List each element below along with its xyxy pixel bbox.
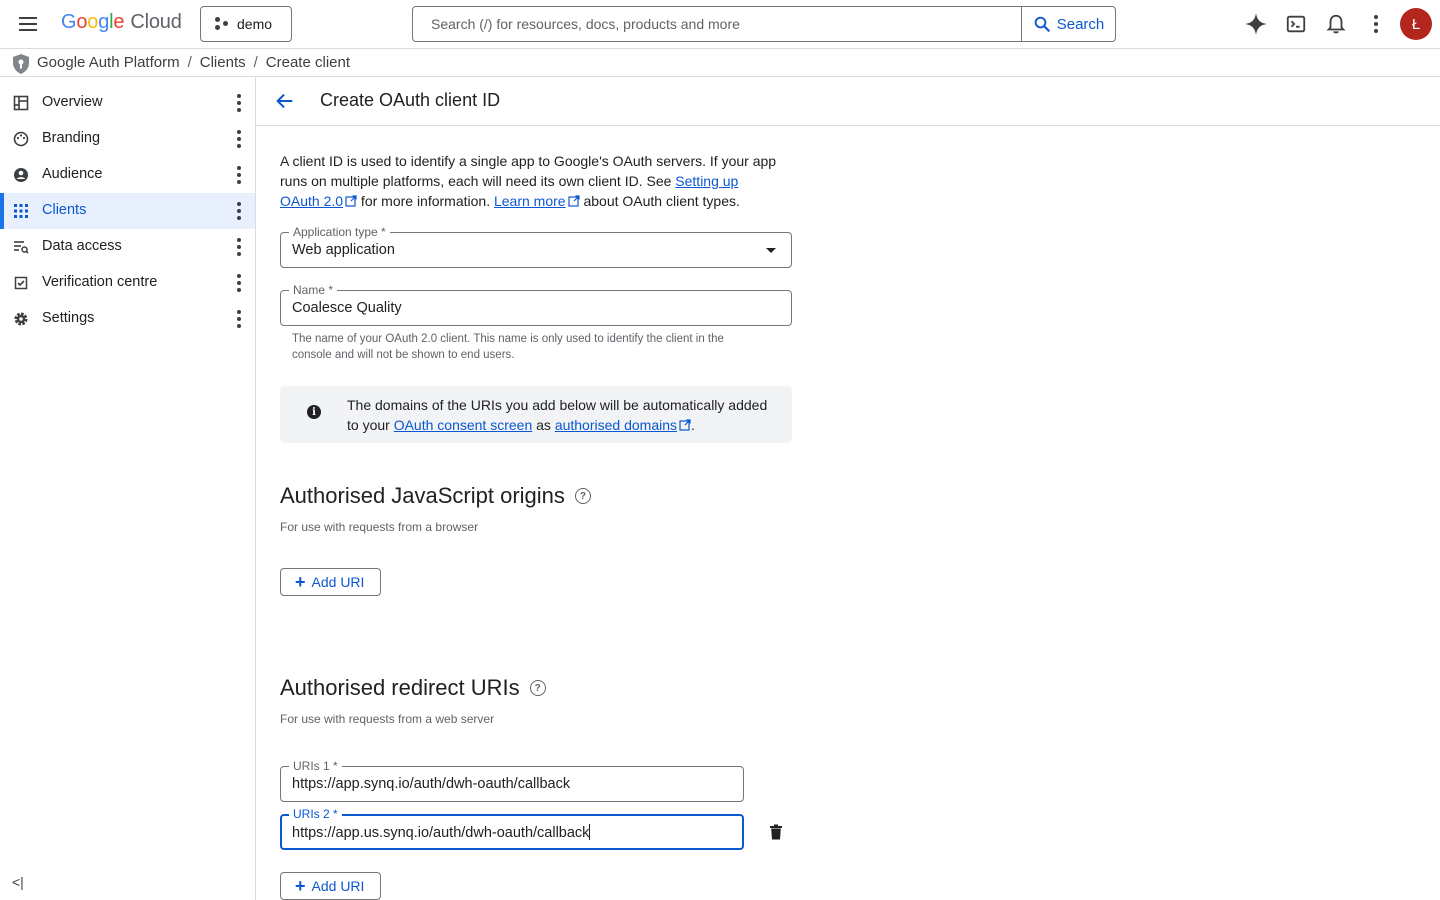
main-menu-icon[interactable] [16, 12, 40, 36]
page-title: Create OAuth client ID [320, 90, 501, 110]
palette-icon [13, 131, 29, 147]
back-arrow-icon[interactable] [274, 90, 296, 112]
search-icon [1034, 16, 1050, 32]
application-type-select[interactable]: Application type * Web application [280, 225, 792, 268]
avatar[interactable]: Ł [1400, 8, 1432, 40]
breadcrumb: Google Auth Platform / Clients / Create … [0, 48, 1440, 77]
client-name-label: Name * [289, 283, 338, 297]
gear-icon [14, 312, 28, 326]
info-icon: i [307, 405, 321, 419]
delete-trash-icon[interactable] [767, 823, 785, 841]
client-name-helper: The name of your OAuth 2.0 client. This … [292, 333, 724, 361]
top-bar: Google Cloud demo Search Ł [0, 0, 1440, 48]
redirect-uri-1-field[interactable]: URIs 1 * https://app.synq.io/auth/dwh-oa… [280, 759, 744, 802]
sidebar-item-data-access[interactable]: Data access [0, 229, 255, 265]
help-icon[interactable]: ? [574, 488, 591, 504]
shield-icon [13, 54, 29, 74]
account-circle-icon [14, 168, 28, 182]
redirect-uri-1-label: URIs 1 * [289, 759, 342, 773]
redirect-uris-subtitle: For use with requests from a web server [280, 712, 495, 726]
gemini-sparkle-icon[interactable] [1244, 12, 1268, 36]
info-banner: i The domains of the URIs you add below … [280, 386, 792, 443]
project-name: demo [237, 16, 273, 32]
sidebar-item-menu-icon[interactable] [230, 129, 248, 149]
dashboard-icon [13, 95, 29, 111]
notifications-bell-icon[interactable] [1324, 12, 1348, 36]
sidebar-item-audience[interactable]: Audience [0, 157, 255, 193]
search-button[interactable]: Search [1021, 7, 1115, 41]
redirect-uris-heading: Authorised redirect URIs ? [280, 675, 546, 701]
sidebar-item-menu-icon[interactable] [230, 165, 248, 185]
sidebar-item-branding[interactable]: Branding [0, 121, 255, 157]
redirect-uri-2-label: URIs 2 * [289, 807, 342, 821]
learn-more-link[interactable]: Learn more [494, 193, 566, 209]
more-options-icon[interactable] [1364, 12, 1388, 36]
sidebar-item-clients[interactable]: Clients [0, 193, 255, 229]
search-input[interactable] [413, 7, 1021, 41]
application-type-label: Application type * [289, 225, 390, 239]
sidebar-item-menu-icon[interactable] [230, 309, 248, 329]
sidebar-item-menu-icon[interactable] [230, 201, 248, 221]
sidebar-item-settings[interactable]: Settings [0, 301, 255, 337]
oauth-consent-screen-link[interactable]: OAuth consent screen [394, 417, 533, 433]
plus-icon: + [295, 876, 306, 896]
intro-text: A client ID is used to identify a single… [280, 153, 777, 209]
plus-icon: + [295, 572, 306, 592]
external-link-icon [567, 195, 580, 207]
client-name-value: Coalesce Quality [292, 300, 402, 316]
sidebar-item-verification-centre[interactable]: Verification centre [0, 265, 255, 301]
breadcrumb-separator: / [253, 54, 258, 71]
authorised-domains-link[interactable]: authorised domains [555, 417, 677, 433]
google-cloud-logo[interactable]: Google Cloud [61, 11, 182, 34]
text-caret [589, 824, 591, 840]
project-icon [215, 17, 229, 31]
project-picker-button[interactable]: demo [200, 6, 292, 42]
application-type-value: Web application [292, 242, 395, 258]
breadcrumb-item-create-client: Create client [265, 54, 351, 71]
cloud-shell-icon[interactable] [1284, 12, 1308, 36]
redirect-uri-2-field[interactable]: URIs 2 * https://app.us.synq.io/auth/dwh… [280, 807, 744, 850]
breadcrumb-item-auth-platform[interactable]: Google Auth Platform [37, 54, 180, 71]
search-bar: Search [412, 6, 1116, 42]
dropdown-arrow-icon [766, 248, 776, 253]
breadcrumb-separator: / [187, 54, 192, 71]
external-link-icon [679, 419, 691, 431]
data-access-icon [14, 241, 29, 254]
external-link-icon [345, 195, 357, 207]
redirect-uri-2-value: https://app.us.synq.io/auth/dwh-oauth/ca… [292, 824, 591, 841]
js-origins-heading: Authorised JavaScript origins ? [280, 483, 591, 509]
sidebar-item-overview[interactable]: Overview [0, 85, 255, 121]
sidebar-item-menu-icon[interactable] [230, 273, 248, 293]
sidebar-item-menu-icon[interactable] [230, 93, 248, 113]
verified-icon [14, 276, 28, 290]
help-icon[interactable]: ? [529, 680, 546, 696]
sidebar-item-menu-icon[interactable] [230, 237, 248, 257]
add-redirect-uri-button[interactable]: + Add URI [280, 872, 381, 900]
breadcrumb-item-clients[interactable]: Clients [200, 54, 246, 71]
add-js-origin-uri-button[interactable]: + Add URI [280, 568, 381, 596]
client-name-field[interactable]: Name * Coalesce Quality [280, 283, 792, 326]
redirect-uri-1-value: https://app.synq.io/auth/dwh-oauth/callb… [292, 776, 571, 792]
collapse-sidebar-icon[interactable]: <| [12, 874, 24, 890]
sidebar: Overview Branding Audience Clients Data … [0, 77, 256, 900]
apps-grid-icon [14, 204, 28, 218]
js-origins-subtitle: For use with requests from a browser [280, 520, 479, 534]
